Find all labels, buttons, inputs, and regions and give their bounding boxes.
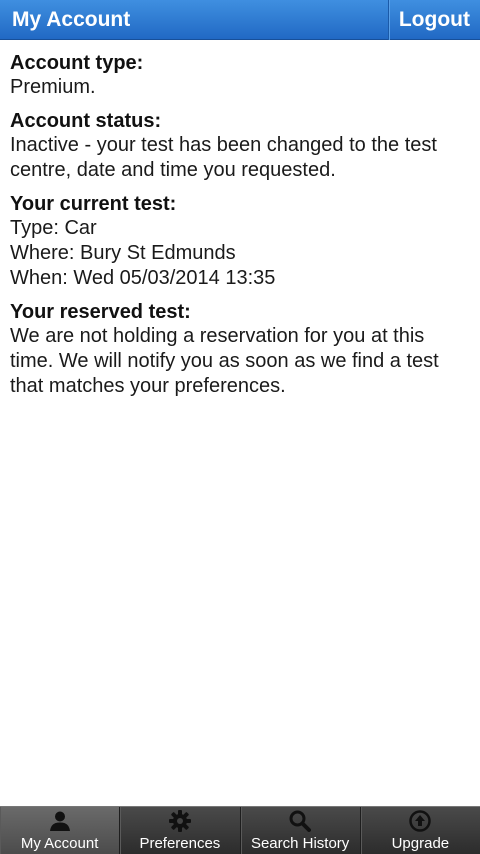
person-icon [48,809,72,833]
current-test-where: Where: Bury St Edmunds [10,242,236,264]
upgrade-arrow-icon [408,809,432,833]
account-type-heading: Account type: [10,52,144,74]
gear-icon [168,809,192,833]
account-status-section: Account status: Inactive - your test has… [10,110,472,183]
search-icon [288,809,312,833]
logout-button[interactable]: Logout [387,0,480,40]
app-root: My Account Logout Account type: Premium.… [0,0,480,854]
account-status-heading: Account status: [10,110,162,132]
reserved-test-heading: Your reserved test: [10,301,191,323]
tab-search-history[interactable]: Search History [241,807,361,854]
reserved-test-value: We are not holding a reservation for you… [10,325,439,397]
account-type-value: Premium. [10,76,96,98]
tab-upgrade[interactable]: Upgrade [361,807,480,854]
tab-preferences[interactable]: Preferences [120,807,241,854]
current-test-type: Type: Car [10,217,97,239]
tab-preferences-label: Preferences [139,835,221,852]
current-test-section: Your current test: Type: Car Where: Bury… [10,193,472,291]
bottom-tab-bar: My Account Preferences Search History Up… [0,806,480,854]
account-details: Account type: Premium. Account status: I… [10,52,472,409]
tab-my-account[interactable]: My Account [0,807,121,854]
account-type-section: Account type: Premium. [10,52,472,100]
tab-upgrade-label: Upgrade [391,835,450,852]
tab-my-account-label: My Account [20,835,99,852]
title-bar: My Account Logout [0,0,480,40]
reserved-test-section: Your reserved test: We are not holding a… [10,301,472,399]
page-title: My Account [12,7,131,31]
tab-search-history-label: Search History [250,835,350,852]
current-test-when: When: Wed 05/03/2014 13:35 [10,267,276,289]
account-status-value: Inactive - your test has been changed to… [10,134,437,181]
current-test-heading: Your current test: [10,193,177,215]
